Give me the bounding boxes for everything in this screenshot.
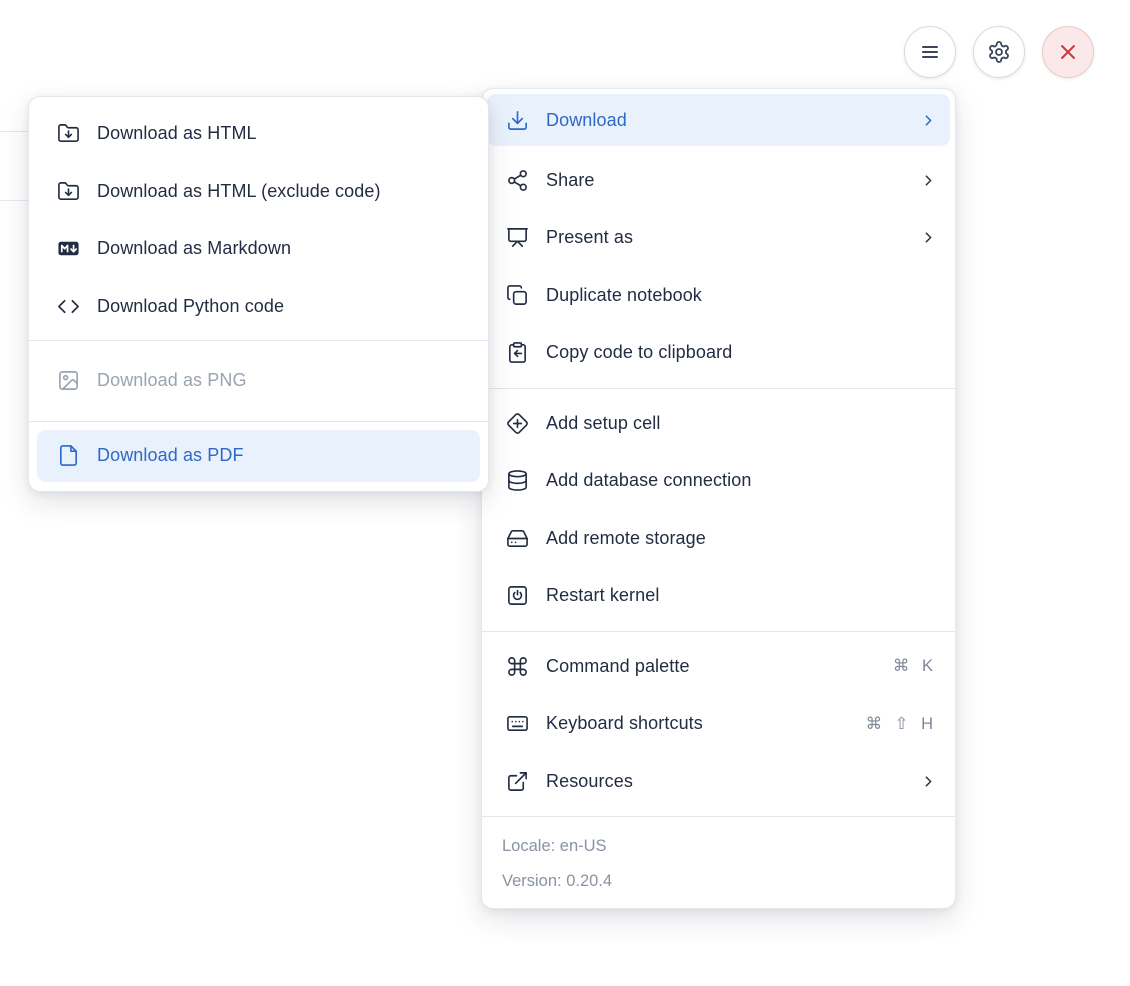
code-icon bbox=[57, 295, 80, 318]
keyboard-icon bbox=[506, 712, 529, 735]
command-icon bbox=[506, 655, 529, 678]
menu-item-label: Copy code to clipboard bbox=[546, 342, 733, 363]
submenu-item-label: Download as HTML bbox=[97, 123, 257, 144]
gear-icon bbox=[987, 40, 1011, 64]
external-link-icon bbox=[506, 770, 529, 793]
chevron-right-icon bbox=[920, 229, 937, 246]
menu-item-keyboard-shortcuts[interactable]: Keyboard shortcuts ⌘ ⇧ H bbox=[482, 695, 955, 753]
menu-item-copy-code[interactable]: Copy code to clipboard bbox=[487, 324, 950, 382]
download-icon bbox=[506, 109, 529, 132]
presentation-icon bbox=[506, 226, 529, 249]
menu-item-label: Add setup cell bbox=[546, 412, 661, 433]
chevron-right-icon bbox=[920, 172, 937, 189]
hamburger-icon bbox=[918, 40, 942, 64]
keyboard-shortcut: ⌘ K bbox=[892, 657, 937, 676]
menu-item-label: Command palette bbox=[546, 655, 690, 676]
menu-item-add-database-connection[interactable]: Add database connection bbox=[482, 452, 955, 510]
chevron-right-icon bbox=[920, 112, 937, 129]
submenu-item-download-png[interactable]: Download as PNG bbox=[29, 352, 488, 410]
close-icon bbox=[1056, 40, 1080, 64]
menu-item-label: Keyboard shortcuts bbox=[546, 713, 703, 734]
submenu-item-label: Download as Markdown bbox=[97, 238, 292, 259]
menu-item-share[interactable]: Share bbox=[487, 152, 950, 210]
menu-item-command-palette[interactable]: Command palette ⌘ K bbox=[482, 638, 955, 696]
hard-drive-icon bbox=[506, 527, 529, 550]
menu-item-download[interactable]: Download bbox=[487, 94, 950, 146]
settings-button[interactable] bbox=[973, 26, 1025, 78]
menu-item-label: Share bbox=[546, 169, 595, 190]
menu-item-restart-kernel[interactable]: Restart kernel bbox=[482, 567, 955, 625]
file-icon bbox=[57, 444, 80, 467]
submenu-item-download-html-exclude-code[interactable]: Download as HTML (exclude code) bbox=[29, 163, 488, 221]
clipboard-copy-icon bbox=[506, 341, 529, 364]
submenu-item-download-python-code[interactable]: Download Python code bbox=[29, 278, 488, 336]
menu-item-resources[interactable]: Resources bbox=[482, 753, 955, 811]
menu-item-label: Duplicate notebook bbox=[546, 284, 702, 305]
notebook-toolbar bbox=[904, 26, 1094, 78]
background-rule bbox=[0, 131, 30, 132]
power-icon bbox=[506, 584, 529, 607]
submenu-item-download-markdown[interactable]: Download as Markdown bbox=[29, 220, 488, 278]
markdown-download-icon bbox=[57, 237, 80, 260]
keyboard-shortcut: ⌘ ⇧ H bbox=[865, 714, 937, 733]
notebook-menu: Download Share Present as Duplicate note… bbox=[481, 88, 956, 909]
menu-item-label: Download bbox=[546, 109, 627, 130]
image-icon bbox=[57, 369, 80, 392]
menu-button[interactable] bbox=[904, 26, 956, 78]
download-submenu: Download as HTML Download as HTML (exclu… bbox=[28, 96, 489, 492]
menu-item-label: Add remote storage bbox=[546, 527, 706, 548]
shutdown-button[interactable] bbox=[1042, 26, 1094, 78]
submenu-item-label: Download Python code bbox=[97, 295, 285, 316]
share-icon bbox=[506, 169, 529, 192]
submenu-item-download-html[interactable]: Download as HTML bbox=[29, 105, 488, 163]
menu-item-present-as[interactable]: Present as bbox=[487, 209, 950, 267]
menu-item-add-remote-storage[interactable]: Add remote storage bbox=[482, 510, 955, 568]
menu-footer: Locale: en-US Version: 0.20.4 bbox=[482, 816, 955, 909]
submenu-item-label: Download as PNG bbox=[97, 370, 247, 391]
menu-item-label: Restart kernel bbox=[546, 585, 660, 606]
submenu-item-label: Download as PDF bbox=[97, 445, 244, 465]
database-icon bbox=[506, 469, 529, 492]
menu-item-label: Add database connection bbox=[546, 470, 752, 491]
menu-item-duplicate-notebook[interactable]: Duplicate notebook bbox=[487, 267, 950, 325]
locale-label: Locale: en-US bbox=[502, 837, 607, 855]
copy-icon bbox=[506, 284, 529, 307]
version-label: Version: 0.20.4 bbox=[502, 872, 613, 890]
menu-item-add-setup-cell[interactable]: Add setup cell bbox=[482, 395, 955, 453]
folder-down-icon bbox=[57, 180, 80, 203]
chevron-right-icon bbox=[920, 773, 937, 790]
menu-item-label: Present as bbox=[546, 227, 634, 248]
submenu-item-label: Download as HTML (exclude code) bbox=[97, 180, 381, 201]
folder-down-icon bbox=[57, 122, 80, 145]
submenu-item-download-pdf[interactable]: Download as PDF bbox=[37, 429, 480, 482]
diamond-plus-icon bbox=[506, 412, 529, 435]
menu-item-label: Resources bbox=[546, 770, 633, 791]
background-rule bbox=[0, 200, 30, 201]
